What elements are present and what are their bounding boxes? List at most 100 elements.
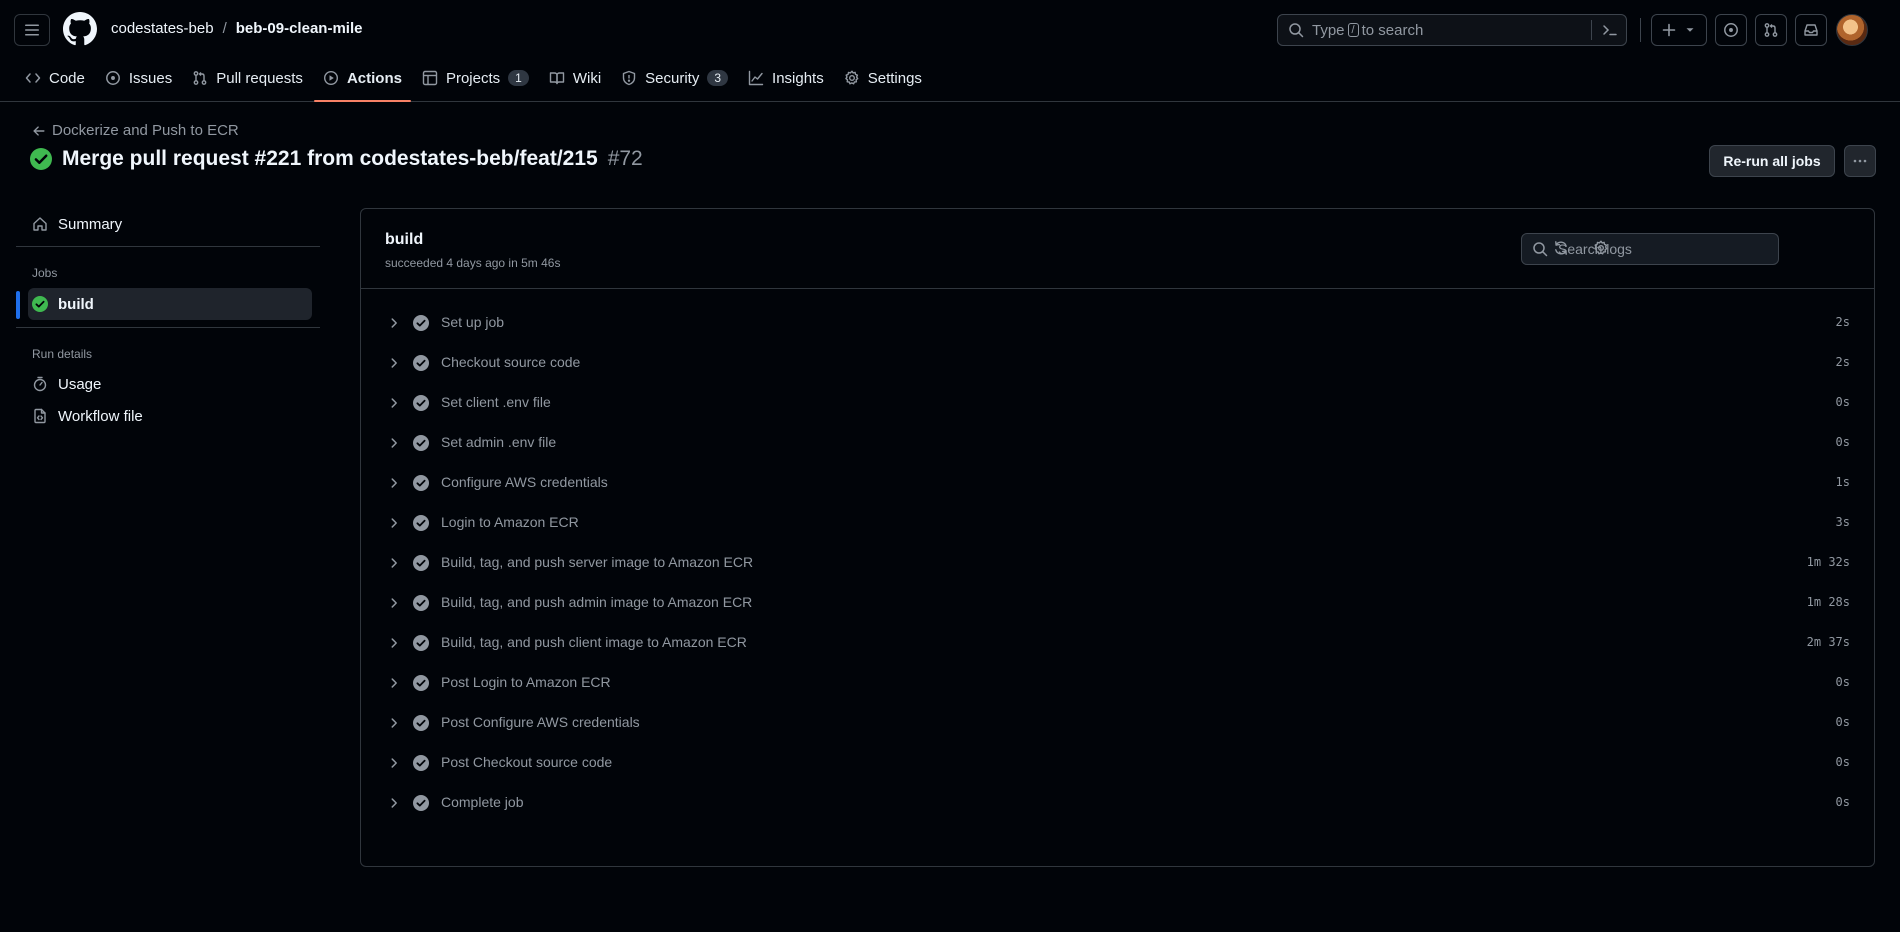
user-avatar[interactable] (1836, 14, 1868, 46)
issue-opened-icon (105, 71, 120, 85)
step-duration: 0s (1835, 435, 1850, 449)
step-name: Build, tag, and push admin image to Amaz… (441, 594, 753, 610)
job-step-row[interactable]: Post Checkout source code 0s (361, 743, 1874, 783)
chevron-right-icon[interactable] (387, 476, 401, 490)
chevron-right-icon[interactable] (387, 796, 401, 810)
github-logo-icon[interactable] (63, 12, 97, 46)
tab-settings[interactable]: Settings (835, 60, 931, 96)
step-name: Set up job (441, 314, 505, 330)
step-name: Post Login to Amazon ECR (441, 674, 611, 690)
chevron-right-icon[interactable] (387, 676, 401, 690)
check-circle-fill-icon (413, 355, 429, 371)
search-divider (1591, 20, 1592, 40)
more-options-button[interactable] (1844, 145, 1876, 177)
step-name: Post Configure AWS credentials (441, 714, 640, 730)
job-step-row[interactable]: Build, tag, and push client image to Ama… (361, 623, 1874, 663)
step-name: Set admin .env file (441, 434, 557, 450)
projects-count-badge: 1 (508, 70, 529, 86)
step-duration: 0s (1835, 395, 1850, 409)
step-duration: 2m 37s (1806, 635, 1850, 649)
chevron-right-icon[interactable] (387, 756, 401, 770)
sidebar-item-summary[interactable]: Summary (28, 208, 312, 240)
job-step-row[interactable]: Checkout source code 2s (361, 343, 1874, 383)
create-new-button[interactable] (1651, 14, 1707, 46)
check-circle-fill-icon (413, 515, 429, 531)
step-duration: 0s (1835, 795, 1850, 809)
tab-actions-label: Actions (346, 69, 402, 87)
job-step-row[interactable]: Login to Amazon ECR 3s (361, 503, 1874, 543)
job-step-row[interactable]: Set up job 2s (361, 303, 1874, 343)
chevron-right-icon[interactable] (387, 396, 401, 410)
step-duration: 0s (1835, 715, 1850, 729)
issues-button[interactable] (1715, 14, 1747, 46)
rerun-all-jobs-button[interactable]: Re-run all jobs (1709, 145, 1835, 177)
kebab-horizontal-icon (1853, 159, 1867, 163)
job-steps-list: Set up job 2s Checkout source code 2s Se… (361, 303, 1874, 823)
pull-requests-button[interactable] (1755, 14, 1787, 46)
inbox-button[interactable] (1795, 14, 1827, 46)
selected-indicator (16, 291, 20, 319)
job-step-row[interactable]: Set admin .env file 0s (361, 423, 1874, 463)
job-step-row[interactable]: Build, tag, and push server image to Ama… (361, 543, 1874, 583)
job-step-row[interactable]: Build, tag, and push admin image to Amaz… (361, 583, 1874, 623)
sidebar-workflow-file-label: Workflow file (58, 407, 143, 425)
check-circle-fill-icon (30, 148, 52, 170)
plus-icon (1662, 23, 1676, 37)
run-title: Merge pull request #221 from codestates-… (62, 147, 598, 170)
global-search-input[interactable]: Type / to search (1277, 14, 1627, 46)
tab-pull-requests[interactable]: Pull requests (183, 60, 312, 96)
git-pull-request-icon (193, 71, 207, 85)
caret-down-icon (1686, 28, 1694, 32)
sidebar-build-label: build (58, 295, 94, 313)
job-step-row[interactable]: Post Login to Amazon ECR 0s (361, 663, 1874, 703)
search-shortcut-key: / (1347, 23, 1359, 37)
chevron-right-icon[interactable] (387, 436, 401, 450)
command-palette-icon[interactable] (1602, 22, 1618, 38)
chevron-right-icon[interactable] (387, 556, 401, 570)
back-to-workflow-link[interactable]: Dockerize and Push to ECR (32, 122, 239, 139)
chevron-right-icon[interactable] (387, 316, 401, 330)
run-number: #72 (607, 147, 643, 170)
sidebar-item-build[interactable]: build (28, 288, 312, 320)
chevron-right-icon[interactable] (387, 516, 401, 530)
tab-security[interactable]: Security 3 (612, 60, 737, 96)
check-circle-fill-icon (413, 675, 429, 691)
job-step-row[interactable]: Post Configure AWS credentials 0s (361, 703, 1874, 743)
home-icon (33, 217, 47, 231)
sidebar-item-workflow-file[interactable]: Workflow file (28, 400, 312, 432)
check-circle-fill-icon (413, 635, 429, 651)
chevron-right-icon[interactable] (387, 596, 401, 610)
sidebar-item-usage[interactable]: Usage (28, 368, 312, 400)
tab-projects[interactable]: Projects 1 (413, 60, 538, 96)
refresh-icon[interactable] (1553, 240, 1569, 256)
check-circle-fill-icon (413, 395, 429, 411)
tab-issues[interactable]: Issues (96, 60, 181, 96)
job-status-meta: succeeded 4 days ago in 5m 46s (385, 256, 561, 270)
search-prefix: Type (1312, 21, 1345, 39)
chevron-right-icon[interactable] (387, 636, 401, 650)
step-duration: 1m 28s (1806, 595, 1850, 609)
play-icon (323, 70, 338, 86)
sidebar-run-details-heading: Run details (32, 347, 93, 361)
job-step-row[interactable]: Set client .env file 0s (361, 383, 1874, 423)
repo-breadcrumb: codestates-beb / beb-09-clean-mile (111, 20, 362, 37)
gear-icon[interactable] (1593, 240, 1609, 256)
tab-code[interactable]: Code (16, 60, 94, 96)
sidebar-divider (16, 246, 320, 247)
chevron-right-icon[interactable] (387, 356, 401, 370)
tab-actions[interactable]: Actions (313, 60, 411, 102)
repo-link[interactable]: beb-09-clean-mile (236, 20, 363, 37)
job-step-row[interactable]: Complete job 0s (361, 783, 1874, 823)
tab-insights[interactable]: Insights (739, 60, 833, 96)
repo-nav: Code Issues Pull requests Actions Projec… (16, 60, 933, 102)
owner-link[interactable]: codestates-beb (111, 20, 214, 37)
shield-icon (622, 70, 636, 86)
security-count-badge: 3 (707, 70, 729, 86)
job-step-row[interactable]: Configure AWS credentials 1s (361, 463, 1874, 503)
tab-wiki[interactable]: Wiki (540, 60, 610, 96)
hamburger-icon (25, 24, 39, 36)
menu-button[interactable] (14, 14, 50, 46)
chevron-right-icon[interactable] (387, 716, 401, 730)
step-name: Complete job (441, 794, 524, 810)
step-duration: 3s (1835, 515, 1850, 529)
